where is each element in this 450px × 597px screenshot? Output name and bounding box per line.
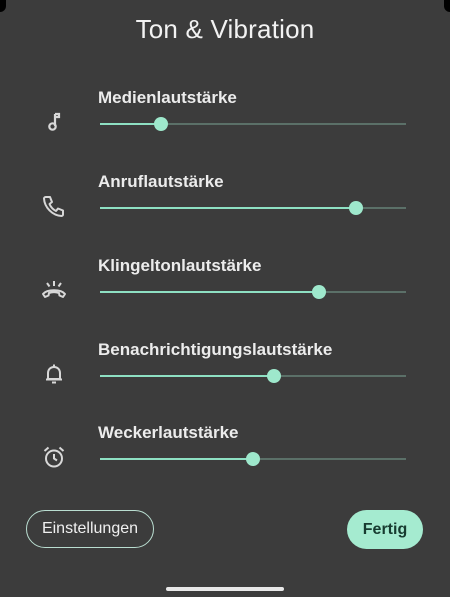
- slider-fill: [100, 375, 275, 377]
- music-note-icon: [40, 108, 68, 136]
- volume-label-notification: Benachrichtigungslautstärke: [98, 340, 333, 359]
- slider-thumb[interactable]: [311, 285, 326, 299]
- phone-icon: [40, 192, 68, 220]
- volume-row-ringtone: Klingeltonlautstärke: [0, 256, 450, 326]
- slider-thumb[interactable]: [267, 369, 282, 383]
- slider-fill: [100, 291, 319, 293]
- dialog-title: Ton & Vibration: [135, 14, 315, 44]
- volume-row-notification: Benachrichtigungslautstärke: [0, 340, 450, 410]
- slider-fill: [100, 458, 253, 460]
- slider-thumb[interactable]: [246, 452, 260, 466]
- call-volume-slider[interactable]: [100, 200, 406, 216]
- slider-fill: [100, 123, 162, 125]
- slider-fill: [100, 207, 356, 209]
- volume-row-media: Medienlautstärke: [0, 88, 450, 158]
- ringtone-volume-slider[interactable]: [100, 284, 406, 300]
- volume-row-alarm: Weckerlautstärke: [0, 423, 450, 493]
- screen-corner-right: [444, 0, 450, 12]
- volume-row-call: Anruflautstärke: [0, 172, 450, 242]
- volume-label-ringtone: Klingeltonlautstärke: [98, 256, 262, 275]
- home-gesture-bar[interactable]: [166, 587, 284, 591]
- slider-thumb[interactable]: [348, 201, 363, 215]
- slider-thumb[interactable]: [154, 117, 169, 131]
- media-volume-slider[interactable]: [100, 116, 406, 132]
- notification-volume-slider[interactable]: [100, 368, 406, 384]
- volume-dialog: Ton & Vibration Medienlautstärke Anrufla…: [0, 0, 450, 597]
- volume-label-alarm: Weckerlautstärke: [98, 423, 239, 442]
- volume-label-call: Anruflautstärke: [98, 172, 224, 191]
- volume-label-media: Medienlautstärke: [98, 88, 237, 107]
- alarm-volume-slider[interactable]: [100, 451, 406, 467]
- screen-corner-left: [0, 0, 6, 12]
- bell-icon: [40, 360, 68, 388]
- settings-button[interactable]: Einstellungen: [26, 510, 154, 548]
- alarm-clock-icon: [40, 443, 68, 471]
- done-button[interactable]: Fertig: [347, 510, 423, 549]
- ringer-icon: [40, 276, 68, 304]
